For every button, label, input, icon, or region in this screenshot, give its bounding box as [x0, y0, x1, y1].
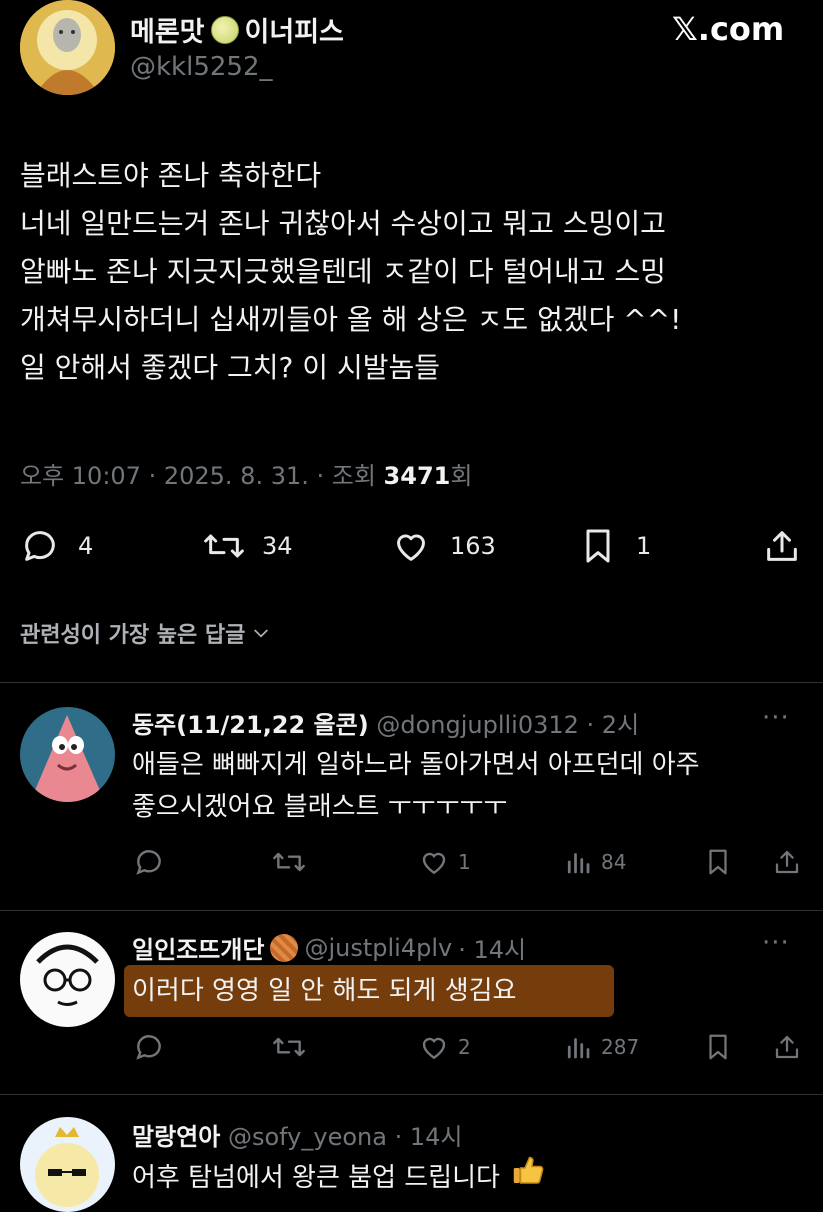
- tweet-line: 개쳐무시하더니 십새끼들아 올 해 상은 ㅈ도 없겠다 ^^!: [20, 303, 682, 336]
- reply-avatar[interactable]: [20, 932, 115, 1027]
- reply-icon: [133, 846, 165, 878]
- bookmark-button[interactable]: [703, 1031, 733, 1063]
- retweet-icon: [200, 526, 248, 566]
- reply-handle[interactable]: @justpli4plv: [304, 934, 452, 962]
- author-name-suffix: 이너피스: [244, 17, 344, 48]
- heart-icon: [418, 1031, 450, 1063]
- reply-text: 이러다 영영 일 안 해도 되게 생김요: [132, 970, 516, 1012]
- retweet-icon: [270, 846, 308, 878]
- like-button[interactable]: 1: [418, 846, 471, 878]
- tweet-line: 너네 일만드는거 존나 귀찮아서 수상이고 뭐고 스밍이고: [20, 207, 666, 240]
- thumbs-up-emoji-icon: [510, 1153, 546, 1202]
- tweet-meta: 오후 10:07 · 2025. 8. 31. · 조회 3471회: [20, 456, 472, 491]
- reply-avatar[interactable]: [20, 1117, 115, 1212]
- reply-count: 4: [78, 532, 94, 560]
- reply-text: 어후 탐넘에서 왕큰 붐업 드립니다: [132, 1153, 546, 1202]
- tweet-line: 일 안해서 좋겠다 그치? 이 시발놈들: [20, 351, 441, 384]
- divider: [0, 682, 823, 683]
- tweet-line: 블래스트야 존나 축하한다: [20, 159, 322, 192]
- reply-header: 동주(11/21,22 올콘) @dongjuplli0312 · 2시: [132, 705, 639, 740]
- retweet-button[interactable]: [270, 846, 308, 878]
- divider: [0, 910, 823, 911]
- reply-line: 어후 탐넘에서 왕큰 붐업 드립니다: [132, 1162, 500, 1193]
- share-button[interactable]: [772, 846, 802, 878]
- bookmark-icon: [578, 526, 618, 566]
- reply-text: 애들은 뼈빠지게 일하느라 돌아가면서 아프던데 아주 좋으시겠어요 블래스트 …: [132, 744, 700, 828]
- reply-handle[interactable]: @sofy_yeona: [228, 1123, 387, 1151]
- bookmark-button[interactable]: 1: [578, 526, 651, 566]
- tweet-line: 알빠노 존나 지긋지긋했을텐데 ㅈ같이 다 털어내고 스밍: [20, 255, 666, 288]
- share-icon: [772, 846, 802, 878]
- heart-icon: [418, 846, 450, 878]
- reply-button[interactable]: [133, 1031, 165, 1063]
- views-button[interactable]: 84: [563, 846, 626, 878]
- reply-button[interactable]: [133, 846, 165, 878]
- heart-icon: [390, 526, 432, 566]
- chevron-down-icon: [251, 623, 271, 643]
- like-count: 2: [458, 1035, 471, 1059]
- tweet-timestamp: 오후 10:07 · 2025. 8. 31. · 조회: [20, 462, 384, 490]
- reply-button[interactable]: 4: [20, 526, 93, 566]
- reply-line: 이러다 영영 일 안 해도 되게 생김요: [132, 976, 517, 1006]
- reply-display-name[interactable]: 동주(11/21,22 올콘): [132, 711, 369, 739]
- reply-time: · 2시: [586, 711, 640, 739]
- analytics-icon: [563, 1031, 593, 1063]
- reply-icon: [20, 526, 60, 566]
- author-display-name[interactable]: 메론맛 이너피스: [130, 10, 344, 49]
- author-name-text: 메론맛: [130, 17, 205, 48]
- retweet-count: 34: [262, 532, 293, 560]
- like-button[interactable]: 163: [390, 526, 496, 566]
- reply-avatar[interactable]: [20, 707, 115, 802]
- share-icon: [762, 526, 802, 566]
- like-count: 1: [458, 850, 471, 874]
- bookmark-button[interactable]: [703, 846, 733, 878]
- reply-line: 애들은 뼈빠지게 일하느라 돌아가면서 아프던데 아주: [132, 750, 700, 780]
- bookmark-icon: [703, 1031, 733, 1063]
- like-count: 163: [450, 532, 496, 560]
- more-options-icon[interactable]: ···: [762, 928, 790, 958]
- reply-time: · 14시: [394, 1123, 463, 1151]
- reply-time: · 14시: [458, 936, 527, 964]
- reply-sort-label: 관련성이 가장 높은 답글: [20, 623, 246, 648]
- more-options-icon[interactable]: ···: [762, 703, 790, 733]
- view-count: 3471: [383, 462, 451, 490]
- author-avatar[interactable]: [20, 0, 115, 95]
- divider: [0, 1094, 823, 1095]
- retweet-button[interactable]: [270, 1031, 308, 1063]
- retweet-icon: [270, 1031, 308, 1063]
- reply-line: 좋으시겠어요 블래스트 ㅜㅜㅜㅜㅜ: [132, 792, 508, 822]
- analytics-icon: [563, 846, 593, 878]
- view-count: 84: [601, 850, 627, 874]
- melon-emoji-icon: [210, 15, 239, 44]
- reply-header: 말랑연아 @sofy_yeona · 14시: [132, 1117, 463, 1152]
- bookmark-icon: [703, 846, 733, 878]
- views-button[interactable]: 287: [563, 1031, 639, 1063]
- x-logo: 𝕏.com: [672, 10, 785, 48]
- share-button[interactable]: [762, 526, 802, 566]
- reply-sort-dropdown[interactable]: 관련성이 가장 높은 답글: [20, 617, 271, 649]
- reply-display-name[interactable]: 말랑연아: [132, 1123, 220, 1151]
- share-icon: [772, 1031, 802, 1063]
- share-button[interactable]: [772, 1031, 802, 1063]
- author-handle[interactable]: @kkl5252_: [130, 52, 273, 82]
- bookmark-count: 1: [636, 532, 652, 560]
- reply-icon: [133, 1031, 165, 1063]
- like-button[interactable]: 2: [418, 1031, 471, 1063]
- view-count-suffix: 회: [450, 462, 473, 490]
- tweet-text: 블래스트야 존나 축하한다 너네 일만드는거 존나 귀찮아서 수상이고 뭐고 스…: [20, 152, 681, 392]
- view-count: 287: [601, 1035, 640, 1059]
- yarn-ball-icon: [270, 933, 299, 962]
- retweet-button[interactable]: 34: [200, 526, 293, 566]
- reply-handle[interactable]: @dongjuplli0312: [376, 711, 579, 739]
- reply-display-name[interactable]: 일인조뜨개단: [132, 930, 264, 965]
- reply-header: 일인조뜨개단 @justpli4plv · 14시: [132, 930, 526, 965]
